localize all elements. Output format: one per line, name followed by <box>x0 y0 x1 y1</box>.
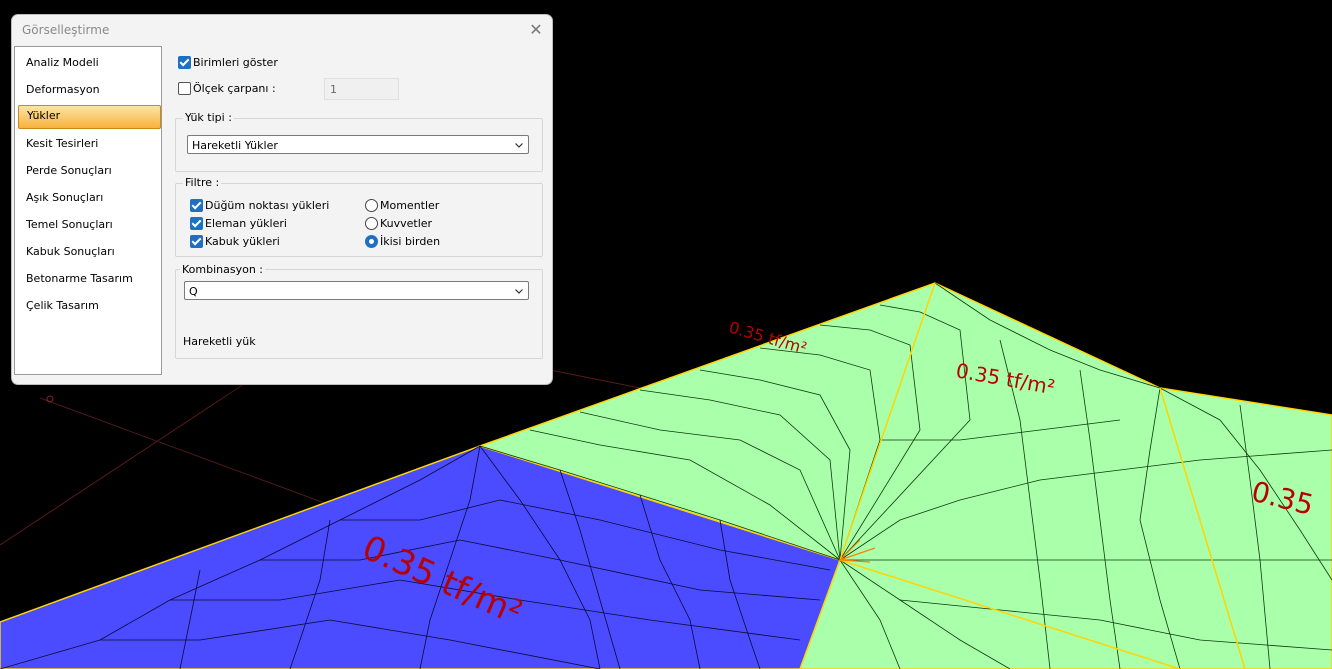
load-type-value: Hareketli Yükler <box>192 139 278 152</box>
moments-label: Momentler <box>380 199 440 212</box>
category-list: Analiz Modeli Deformasyon Yükler Kesit T… <box>14 46 162 375</box>
element-loads-checkbox[interactable] <box>190 217 203 230</box>
nav-item-temel-sonuclari[interactable]: Temel Sonuçları <box>18 214 159 236</box>
nav-item-yukler[interactable]: Yükler <box>18 105 161 129</box>
forces-label: Kuvvetler <box>380 217 433 230</box>
chevron-down-icon <box>515 289 523 294</box>
shell-loads-label: Kabuk yükleri <box>205 235 280 248</box>
load-type-title: Yük tipi : <box>183 111 234 124</box>
scale-factor-checkbox[interactable] <box>178 82 191 95</box>
combination-description: Hareketli yük <box>183 335 256 348</box>
dialog-titlebar[interactable]: Görselleştirme ✕ <box>12 15 552 45</box>
combination-title: Kombinasyon : <box>180 263 266 276</box>
nav-item-analiz-modeli[interactable]: Analiz Modeli <box>18 52 159 74</box>
nav-item-deformasyon[interactable]: Deformasyon <box>18 79 159 101</box>
node-loads-label: Düğüm noktası yükleri <box>205 199 330 212</box>
close-icon[interactable]: ✕ <box>527 21 545 39</box>
node-loads-checkbox[interactable] <box>190 199 203 212</box>
nav-item-perde-sonuclari[interactable]: Perde Sonuçları <box>18 160 159 182</box>
both-radio[interactable] <box>365 235 378 248</box>
chevron-down-icon <box>515 143 523 148</box>
moments-radio[interactable] <box>365 199 378 212</box>
nav-item-kabuk-sonuclari[interactable]: Kabuk Sonuçları <box>18 241 159 263</box>
nav-item-asik-sonuclari[interactable]: Aşık Sonuçları <box>18 187 159 209</box>
both-label: İkisi birden <box>380 235 441 248</box>
nav-item-celik-tasarim[interactable]: Çelik Tasarım <box>18 295 159 317</box>
shell-loads-checkbox[interactable] <box>190 235 203 248</box>
filter-title: Filtre : <box>183 176 222 189</box>
show-units-checkbox[interactable] <box>178 56 191 69</box>
forces-radio[interactable] <box>365 217 378 230</box>
nav-item-kesit-tesirleri[interactable]: Kesit Tesirleri <box>18 133 159 155</box>
combination-value: Q <box>189 285 198 298</box>
scale-factor-input[interactable]: 1 <box>324 78 399 100</box>
visualization-dialog: Görselleştirme ✕ Analiz Modeli Deformasy… <box>11 14 553 385</box>
nav-item-betonarme-tasarim[interactable]: Betonarme Tasarım <box>18 268 159 290</box>
load-type-select[interactable]: Hareketli Yükler <box>187 135 529 154</box>
combination-select[interactable]: Q <box>184 281 529 300</box>
show-units-label: Birimleri göster <box>193 56 278 69</box>
element-loads-label: Eleman yükleri <box>205 217 287 230</box>
dialog-title: Görselleştirme <box>22 23 110 37</box>
scale-factor-label: Ölçek çarpanı : <box>193 82 276 95</box>
